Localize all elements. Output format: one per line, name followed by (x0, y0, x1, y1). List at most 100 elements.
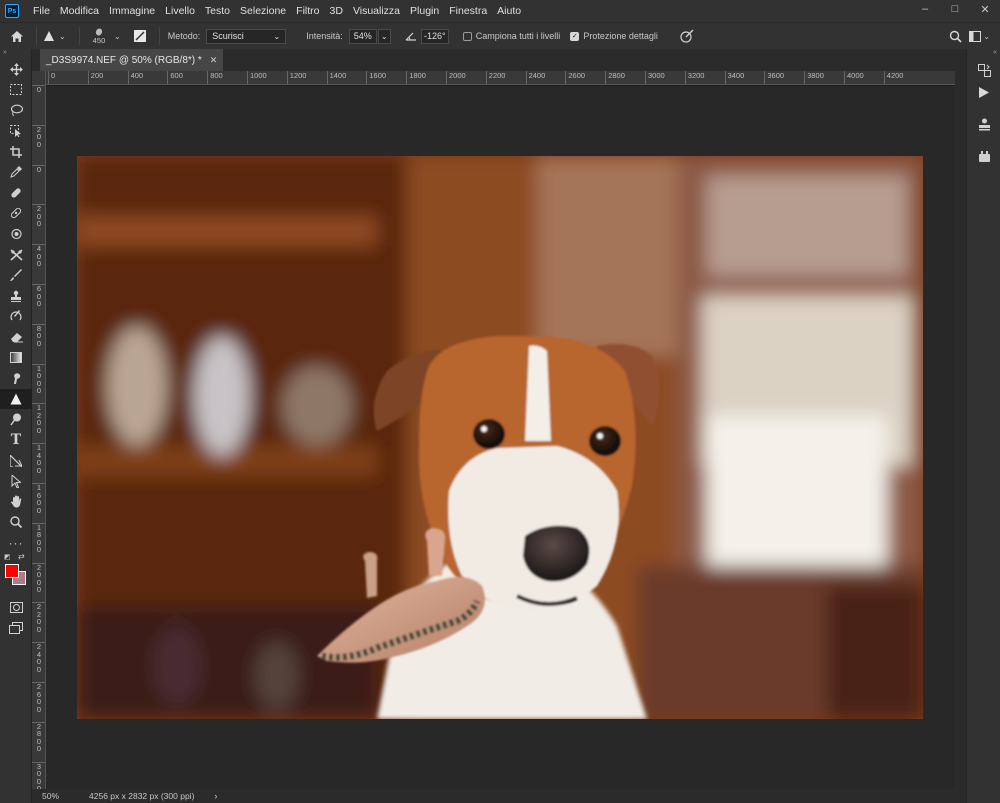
hand-tool[interactable] (0, 491, 32, 512)
document-tab[interactable]: _D3S9974.NEF @ 50% (RGB/8*) * ✕ (40, 49, 224, 71)
history-brush-tool[interactable] (0, 306, 32, 327)
menu-selezione[interactable]: Selezione (235, 5, 291, 17)
intensity-field[interactable]: 54% (348, 28, 377, 44)
screen-mode-button[interactable] (0, 618, 32, 639)
clone-stamp-tool[interactable] (0, 286, 32, 307)
dodge-icon (10, 413, 21, 426)
options-separator (79, 27, 80, 45)
color-swatches: ◩ ⇄ (0, 552, 31, 597)
marquee-tool[interactable] (0, 80, 32, 101)
ruler-tick-label: 2000 (446, 71, 466, 84)
path-select-tool[interactable] (0, 471, 32, 492)
home-icon (11, 30, 23, 42)
collapse-arrows-icon[interactable]: « (967, 49, 1000, 59)
menu-immagine[interactable]: Immagine (104, 5, 160, 17)
dodge-tool[interactable] (0, 409, 32, 430)
sample-all-layers-checkbox[interactable]: Campiona tutti i livelli (462, 31, 560, 41)
brush-preset-picker[interactable]: 450 (88, 27, 110, 45)
menu-testo[interactable]: Testo (200, 5, 235, 17)
workspace-button[interactable]: ⌄ (969, 30, 990, 42)
menu-finestra[interactable]: Finestra (444, 5, 492, 17)
bandage-icon (10, 208, 22, 219)
maximize-button[interactable]: □ (940, 0, 970, 18)
chevron-down-icon: ⌄ (380, 31, 388, 41)
brush-tool[interactable] (0, 265, 32, 286)
foreground-color-swatch[interactable] (5, 564, 19, 579)
angle-field[interactable]: -126° (420, 28, 449, 44)
menu-3d[interactable]: 3D (325, 5, 348, 17)
chevron-down-icon[interactable]: ⌄ (114, 32, 121, 41)
method-dropdown[interactable]: Scurisci ⌄ (206, 28, 287, 44)
ruler-tick-label: 1000 (32, 363, 45, 395)
patch-tool[interactable] (0, 224, 32, 245)
intensity-slider-toggle[interactable]: ⌄ (377, 28, 391, 44)
sharpen-tool-icon (44, 31, 54, 41)
menu-file[interactable]: File (28, 5, 55, 17)
method-value: Scurisci (212, 31, 244, 41)
document-tab-bar: _D3S9974.NEF @ 50% (RGB/8*) * ✕ (32, 49, 966, 71)
move-tool[interactable] (0, 59, 32, 80)
tool-preset-picker[interactable]: ⌄ (43, 30, 71, 42)
menu-visualizza[interactable]: Visualizza (348, 5, 405, 17)
panel-gap (967, 135, 1000, 145)
menu-aiuto[interactable]: Aiuto (492, 5, 526, 17)
checkbox-unchecked-icon (462, 31, 472, 41)
healing-brush-tool[interactable] (0, 203, 32, 224)
photoshop-logo-icon: Ps (5, 4, 19, 18)
dog-photo (77, 156, 923, 719)
object-select-tool[interactable] (0, 121, 32, 142)
close-tab-icon[interactable]: ✕ (210, 55, 218, 66)
properties-panel-button[interactable] (967, 113, 1000, 135)
collapse-arrows-icon[interactable]: » (0, 49, 31, 59)
menu-modifica[interactable]: Modifica (55, 5, 104, 17)
history-panel-button[interactable] (967, 59, 1000, 81)
spot-healing-tool[interactable] (0, 183, 32, 204)
toolbar: » T ··· ◩ ⇄ (0, 49, 32, 803)
ruler-tick-label: 3000 (645, 71, 665, 84)
history-icon (977, 63, 991, 77)
eraser-tool[interactable] (0, 327, 32, 348)
protect-detail-checkbox[interactable]: ✓ Protezione dettagli (570, 31, 658, 41)
ruler-tick-label: 2200 (32, 602, 45, 633)
horizontal-ruler[interactable]: 0 200 400 600 800 1000 1200 1400 1600 1800 2000 220… (46, 71, 955, 85)
menu-filtro[interactable]: Filtro (291, 5, 324, 17)
close-window-button[interactable]: ✕ (970, 0, 1000, 18)
minimize-button[interactable]: – (910, 0, 940, 18)
ruler-tick-label: 1800 (406, 71, 426, 84)
gradient-tool[interactable] (0, 347, 32, 368)
menu-livello[interactable]: Livello (160, 5, 200, 17)
ruler-tick-label: 2800 (605, 71, 625, 84)
pressure-button[interactable] (680, 29, 694, 43)
sharpen-tool[interactable] (0, 388, 32, 410)
libraries-panel-button[interactable] (967, 145, 1000, 167)
ruler-tick-label: 0 (32, 164, 45, 174)
crop-tool[interactable] (0, 141, 32, 162)
brush-settings-button[interactable] (133, 29, 147, 43)
lasso-tool[interactable] (0, 100, 32, 121)
swap-colors-icon[interactable]: ⇄ (18, 552, 25, 561)
document-image[interactable] (77, 156, 923, 719)
more-tools-button[interactable]: ··· (0, 533, 32, 554)
screen-mode-icon (9, 622, 23, 635)
ruler-tick-label: 200 (32, 204, 45, 228)
menu-plugin[interactable]: Plugin (405, 5, 444, 17)
pen-tool[interactable] (0, 450, 32, 471)
zoom-tool[interactable] (0, 512, 32, 533)
vertical-ruler[interactable]: 0200020040060080010001200140016001800200… (32, 71, 46, 789)
default-colors-icon[interactable]: ◩ (4, 553, 11, 561)
smudge-tool[interactable] (0, 368, 32, 389)
history-brush-icon (10, 310, 22, 321)
ruler-tick-label: 1200 (286, 71, 306, 84)
content-aware-move-tool[interactable] (0, 244, 32, 265)
actions-panel-button[interactable] (967, 81, 1000, 103)
vertical-scrollbar[interactable] (955, 71, 966, 789)
zoom-level[interactable]: 50% (42, 791, 59, 801)
quick-mask-button[interactable] (0, 597, 32, 618)
type-tool[interactable]: T (0, 430, 32, 451)
chevron-right-icon[interactable]: › (214, 791, 217, 801)
ruler-tick-label: 3400 (724, 71, 744, 84)
search-button[interactable] (949, 30, 962, 43)
eyedropper-tool[interactable] (0, 162, 32, 183)
chevron-down-icon: ⌄ (273, 31, 281, 41)
home-button[interactable] (0, 30, 34, 43)
